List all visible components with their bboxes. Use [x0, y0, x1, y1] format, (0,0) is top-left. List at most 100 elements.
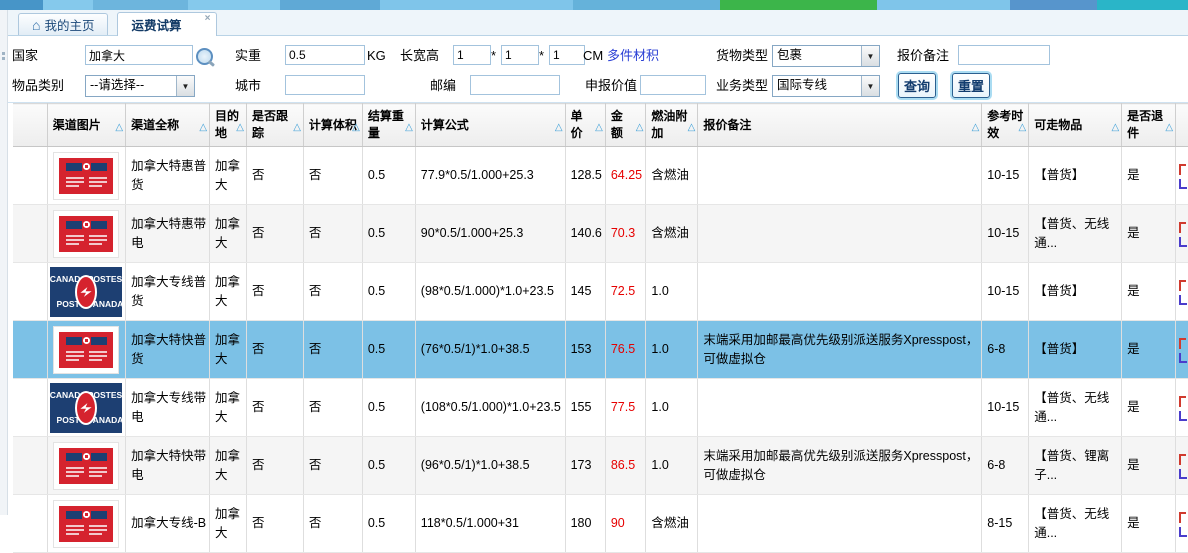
- col-header-tracking[interactable]: 是否跟踪△: [246, 104, 303, 147]
- clipped-action-links[interactable]: [1176, 437, 1188, 495]
- cell-unit_price: 173: [565, 437, 605, 495]
- height-input[interactable]: [549, 45, 585, 65]
- sort-triangle-icon[interactable]: △: [636, 119, 644, 136]
- sort-triangle-icon[interactable]: △: [1019, 119, 1027, 136]
- cell-allowed: 【普货、锂离子...: [1029, 437, 1122, 495]
- col-header-returnable[interactable]: 是否退件△: [1122, 104, 1176, 147]
- col-header-allowed[interactable]: 可走物品△: [1029, 104, 1122, 147]
- col-header-label: 燃油附加: [651, 108, 692, 142]
- city-input[interactable]: [285, 75, 365, 95]
- chevron-down-icon[interactable]: ▼: [176, 76, 194, 96]
- cargo-type-label: 货物类型: [716, 45, 768, 67]
- cell-formula: 77.9*0.5/1.000+25.3: [415, 147, 565, 205]
- sort-triangle-icon[interactable]: △: [405, 119, 413, 136]
- strip-segment: [93, 0, 188, 10]
- col-header-settle_weight[interactable]: 结算重量△: [362, 104, 415, 147]
- length-input[interactable]: [453, 45, 491, 65]
- cell-formula: (96*0.5/1)*1.0+38.5: [415, 437, 565, 495]
- clipped-action-links[interactable]: [1176, 263, 1188, 321]
- table-row[interactable]: 加拿大专线-B加拿大否否0.5118*0.5/1.000+3118090含燃油8…: [13, 495, 1188, 553]
- clipped-link-fragment-blue: [1179, 527, 1187, 537]
- cell-image: [47, 147, 125, 205]
- cell-unit_price: 128.5: [565, 147, 605, 205]
- reset-button[interactable]: 重置: [952, 73, 990, 98]
- table-row[interactable]: 加拿大特快普货加拿大否否0.5(76*0.5/1)*1.0+38.515376.…: [13, 321, 1188, 379]
- cargo-type-value: 包裹: [773, 46, 861, 66]
- cell-returnable: 是: [1122, 321, 1176, 379]
- cell-formula: (108*0.5/1.000)*1.0+23.5: [415, 379, 565, 437]
- cell-image: CANADAPOSTESPOSTCANADA: [47, 263, 125, 321]
- sort-triangle-icon[interactable]: △: [1165, 119, 1173, 136]
- sort-triangle-icon[interactable]: △: [293, 119, 301, 136]
- sort-triangle-icon[interactable]: △: [1111, 119, 1119, 136]
- postcode-input[interactable]: [470, 75, 560, 95]
- canada-post-logo-red: [59, 448, 113, 484]
- table-row[interactable]: 加拿大特快带电加拿大否否0.5(96*0.5/1)*1.0+38.517386.…: [13, 437, 1188, 495]
- sort-triangle-icon[interactable]: △: [972, 119, 980, 136]
- sort-triangle-icon[interactable]: △: [555, 119, 563, 136]
- clipped-action-links[interactable]: [1176, 379, 1188, 437]
- cell-calc_volume: 否: [303, 263, 362, 321]
- clipped-action-links[interactable]: [1176, 495, 1188, 553]
- tab-freight-calc[interactable]: 运费试算 ×: [117, 12, 216, 36]
- cell-destination: 加拿大: [210, 321, 247, 379]
- country-input[interactable]: [85, 45, 193, 65]
- sort-triangle-icon[interactable]: △: [115, 119, 123, 136]
- col-header-actions-clipped: [1176, 104, 1188, 147]
- business-type-select[interactable]: 国际专线 ▼: [772, 75, 880, 97]
- item-category-select[interactable]: --请选择-- ▼: [85, 75, 195, 97]
- cell-tracking: 否: [246, 147, 303, 205]
- col-header-name[interactable]: 渠道全称△: [126, 104, 210, 147]
- cell-settle_weight: 0.5: [362, 147, 415, 205]
- cell-returnable: 是: [1122, 263, 1176, 321]
- sort-triangle-icon[interactable]: △: [595, 119, 603, 136]
- sort-triangle-icon[interactable]: △: [688, 119, 696, 136]
- cell-destination: 加拿大: [210, 495, 247, 553]
- sort-triangle-icon[interactable]: △: [236, 119, 244, 136]
- tab-home[interactable]: ⌂ 我的主页: [18, 13, 108, 35]
- table-row[interactable]: CANADAPOSTESPOSTCANADA加拿大专线普货加拿大否否0.5(98…: [13, 263, 1188, 321]
- canada-post-wing-icon: [75, 391, 97, 425]
- col-header-eta[interactable]: 参考时效△: [982, 104, 1029, 147]
- table-row[interactable]: 加拿大特惠普货加拿大否否0.577.9*0.5/1.000+25.3128.56…: [13, 147, 1188, 205]
- collapsed-sidebar-rail[interactable]: [0, 10, 8, 515]
- cell-settle_weight: 0.5: [362, 321, 415, 379]
- tab-freight-calc-label: 运费试算: [131, 15, 181, 34]
- col-header-unit_price[interactable]: 单价△: [565, 104, 605, 147]
- clipped-action-links[interactable]: [1176, 205, 1188, 263]
- clipped-link-fragment-blue: [1179, 295, 1187, 305]
- col-header-fuel[interactable]: 燃油附加△: [646, 104, 698, 147]
- search-icon[interactable]: [196, 48, 213, 65]
- clipped-action-links[interactable]: [1176, 147, 1188, 205]
- col-header-calc_volume[interactable]: 计算体积△: [303, 104, 362, 147]
- table-row[interactable]: CANADAPOSTESPOSTCANADA加拿大专线带电加拿大否否0.5(10…: [13, 379, 1188, 437]
- col-header-remark[interactable]: 报价备注△: [698, 104, 982, 147]
- cell-destination: 加拿大: [210, 263, 247, 321]
- multi-piece-volume-link[interactable]: 多件材积: [607, 45, 659, 67]
- cell-unit_price: 153: [565, 321, 605, 379]
- col-header-destination[interactable]: 目的地△: [210, 104, 247, 147]
- sort-triangle-icon[interactable]: △: [352, 119, 360, 136]
- actual-weight-input[interactable]: [285, 45, 365, 65]
- cell-amount: 90: [605, 495, 646, 553]
- query-button[interactable]: 查询: [898, 73, 936, 98]
- clipped-action-links[interactable]: [1176, 321, 1188, 379]
- cargo-type-select[interactable]: 包裹 ▼: [772, 45, 880, 67]
- col-header-label: 报价备注: [703, 117, 976, 134]
- cell-destination: 加拿大: [210, 147, 247, 205]
- cell-amount: 64.25: [605, 147, 646, 205]
- quote-remark-input[interactable]: [958, 45, 1050, 65]
- chevron-down-icon[interactable]: ▼: [861, 76, 879, 96]
- cell-remark: [698, 205, 982, 263]
- col-header-amount[interactable]: 金额△: [605, 104, 646, 147]
- channel-rates-table: 渠道图片△渠道全称△目的地△是否跟踪△计算体积△结算重量△计算公式△单价△金额△…: [13, 103, 1188, 553]
- table-row[interactable]: 加拿大特惠带电加拿大否否0.590*0.5/1.000+25.3140.670.…: [13, 205, 1188, 263]
- close-icon[interactable]: ×: [205, 14, 211, 24]
- declared-value-input[interactable]: [640, 75, 706, 95]
- col-header-image[interactable]: 渠道图片△: [47, 104, 125, 147]
- cell-allowed: 【普货】: [1029, 321, 1122, 379]
- chevron-down-icon[interactable]: ▼: [861, 46, 879, 66]
- width-input[interactable]: [501, 45, 539, 65]
- col-header-formula[interactable]: 计算公式△: [415, 104, 565, 147]
- sort-triangle-icon[interactable]: △: [199, 119, 207, 136]
